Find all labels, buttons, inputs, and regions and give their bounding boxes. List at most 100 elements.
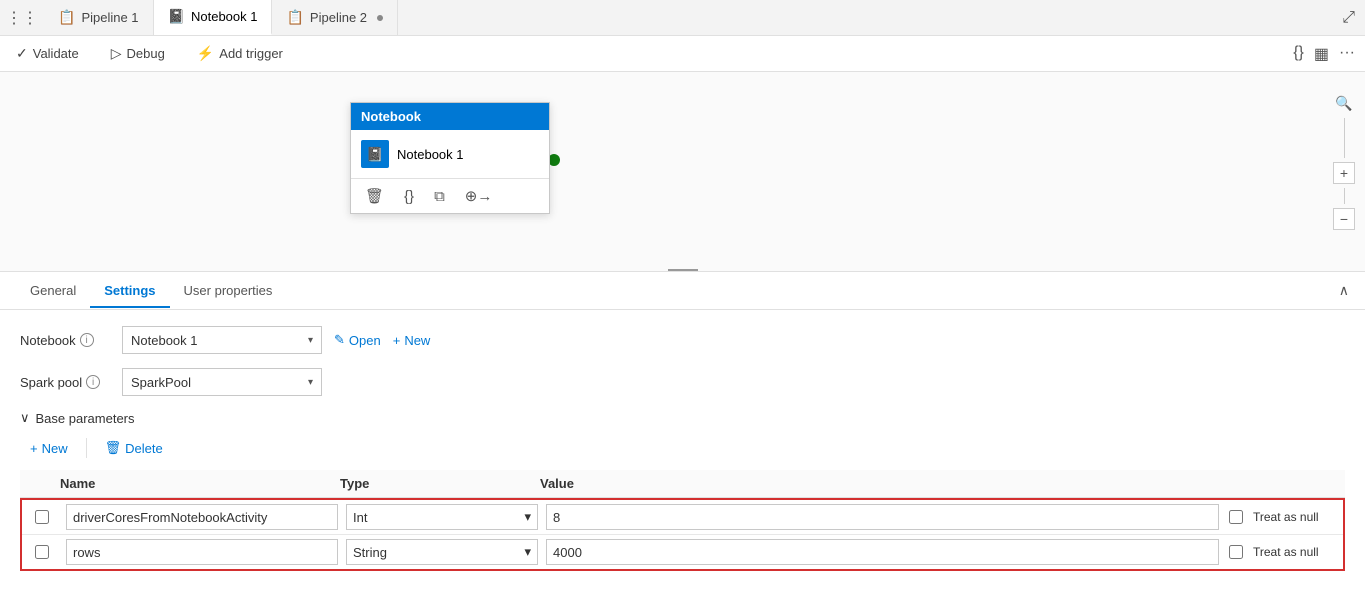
spark-pool-info-icon[interactable]: i: [86, 375, 100, 389]
param-row-0-treat-checkbox[interactable]: [1229, 510, 1243, 524]
panel-collapse-button[interactable]: ∧: [1339, 282, 1349, 299]
param-row-1-treat-cell: Treat as null: [1223, 541, 1343, 563]
zoom-out-button[interactable]: −: [1333, 208, 1355, 230]
popup-notebook-name: Notebook 1: [397, 147, 464, 162]
pipeline1-label: Pipeline 1: [81, 10, 138, 25]
popup-connect-button[interactable]: ⊕→: [461, 185, 497, 207]
notebook-info-icon[interactable]: i: [80, 333, 94, 347]
popup-actions: 🗑 {} ⧉ ⊕→: [351, 178, 549, 213]
pipeline1-icon: 📋: [58, 9, 75, 26]
popup-header-label: Notebook: [361, 109, 421, 124]
popup-code-button[interactable]: {}: [400, 186, 418, 207]
tab-notebook1[interactable]: 📓 Notebook 1: [154, 0, 273, 35]
table-header-row: Name Type Value: [20, 470, 1345, 498]
param-row-1-type-value: String: [353, 545, 387, 560]
tab-bar: ⋮⋮ 📋 Pipeline 1 📓 Notebook 1 📋 Pipeline …: [0, 0, 1365, 36]
code-icon[interactable]: {}: [1293, 44, 1304, 64]
open-icon: ✎: [334, 332, 345, 348]
param-row-0-type-value: Int: [353, 510, 367, 525]
param-row-1-treat-checkbox[interactable]: [1229, 545, 1243, 559]
tab-pipeline1[interactable]: 📋 Pipeline 1: [44, 0, 154, 35]
param-row-1-value-input[interactable]: [546, 539, 1219, 565]
zoom-in-button[interactable]: +: [1333, 162, 1355, 184]
param-row-0-check: [22, 510, 62, 524]
param-row-1-check: [22, 545, 62, 559]
pipeline2-icon: 📋: [286, 9, 303, 26]
param-row-1-name-cell: [62, 535, 342, 569]
open-button[interactable]: ✎ Open: [334, 332, 381, 348]
tab-general[interactable]: General: [16, 275, 90, 308]
zoom-controls: 🔍 + −: [1333, 92, 1355, 230]
notebook-select-chevron: ▾: [308, 335, 313, 346]
notebook-select[interactable]: Notebook 1 ▾: [122, 326, 322, 354]
param-row-1-type-cell: String ▾: [342, 535, 542, 569]
tab-user-properties-label: User properties: [184, 283, 273, 298]
popup-delete-button[interactable]: 🗑: [361, 185, 388, 207]
debug-button[interactable]: ▷ Debug: [105, 41, 171, 66]
notebook-icon: 📓: [361, 140, 389, 168]
validate-icon: ✓: [16, 45, 28, 62]
pipeline2-unsaved-dot: [377, 15, 383, 21]
tab-user-properties[interactable]: User properties: [170, 275, 287, 308]
toolbar-right: {} ▦ ···: [1293, 44, 1355, 64]
spark-pool-select-chevron: ▾: [308, 377, 313, 388]
param-row-0: Int ▾ Treat as null: [22, 500, 1343, 535]
spark-pool-select-value: SparkPool: [131, 375, 191, 390]
base-parameters-chevron: ∨: [20, 410, 30, 426]
notebook-label: Notebook i: [20, 333, 110, 348]
param-row-0-checkbox[interactable]: [35, 510, 49, 524]
spark-pool-form-row: Spark pool i SparkPool ▾: [20, 368, 1345, 396]
spark-pool-label: Spark pool i: [20, 375, 110, 390]
notebook-label-text: Notebook: [20, 333, 76, 348]
base-parameters-label: Base parameters: [36, 411, 135, 426]
tab-pipeline2[interactable]: 📋 Pipeline 2: [272, 0, 398, 35]
canvas-area[interactable]: Notebook 📓 Notebook 1 🗑 {} ⧉ ⊕→ 🔍 + −: [0, 72, 1365, 272]
properties-panel: General Settings User properties ∧ Noteb…: [0, 272, 1365, 592]
param-row-0-value-cell: [542, 500, 1223, 534]
col-check: [20, 470, 50, 498]
popup-copy-button[interactable]: ⧉: [430, 186, 449, 207]
template-icon[interactable]: ▦: [1314, 44, 1329, 64]
param-row-0-value-input[interactable]: [546, 504, 1219, 530]
param-row-1: String ▾ Treat as null: [22, 535, 1343, 569]
param-row-0-name-cell: [62, 500, 342, 534]
expand-icon[interactable]: ⤢: [1342, 9, 1355, 27]
param-row-1-type-chevron: ▾: [524, 544, 531, 560]
notebook1-icon: 📓: [168, 8, 185, 25]
params-new-label: New: [42, 441, 68, 456]
tab-settings[interactable]: Settings: [90, 275, 169, 308]
col-type-header: Type: [330, 470, 530, 498]
more-options-icon[interactable]: ···: [1339, 44, 1355, 64]
new-button[interactable]: + New: [393, 333, 431, 348]
spark-pool-label-text: Spark pool: [20, 375, 82, 390]
add-trigger-button[interactable]: ⚡ Add trigger: [191, 41, 289, 66]
param-row-0-type-select[interactable]: Int ▾: [346, 504, 538, 530]
param-row-1-type-select[interactable]: String ▾: [346, 539, 538, 565]
param-row-1-treat-label: Treat as null: [1247, 545, 1319, 559]
param-row-1-checkbox[interactable]: [35, 545, 49, 559]
spark-pool-select[interactable]: SparkPool ▾: [122, 368, 322, 396]
param-row-0-type-chevron: ▾: [524, 509, 531, 525]
params-toolbar: + New 🗑 Delete: [20, 436, 1345, 460]
tab-general-label: General: [30, 283, 76, 298]
popup-body: 📓 Notebook 1: [351, 130, 549, 178]
params-table: Name Type Value: [20, 470, 1345, 498]
params-delete-button[interactable]: 🗑 Delete: [95, 436, 173, 460]
param-row-1-name-input[interactable]: [66, 539, 338, 565]
params-new-button[interactable]: + New: [20, 437, 78, 460]
validate-button[interactable]: ✓ Validate: [10, 41, 85, 66]
trigger-icon: ⚡: [197, 45, 214, 62]
col-name-header: Name: [50, 470, 330, 498]
left-panel-toggle[interactable]: ⋮⋮: [0, 0, 44, 35]
canvas-separator: [668, 269, 698, 271]
param-row-0-name-input[interactable]: [66, 504, 338, 530]
tab-bar-actions: ⤢: [1342, 9, 1365, 27]
param-row-0-type-cell: Int ▾: [342, 500, 542, 534]
params-new-icon: +: [30, 441, 38, 456]
canvas-search-icon[interactable]: 🔍: [1333, 92, 1355, 114]
param-row-0-treat-cell: Treat as null: [1223, 506, 1343, 528]
settings-content: Notebook i Notebook 1 ▾ ✎ Open + New: [0, 310, 1365, 587]
params-delete-icon: 🗑: [105, 440, 122, 456]
base-parameters-header[interactable]: ∨ Base parameters: [20, 410, 1345, 426]
zoom-btn-divider: [1344, 188, 1345, 204]
